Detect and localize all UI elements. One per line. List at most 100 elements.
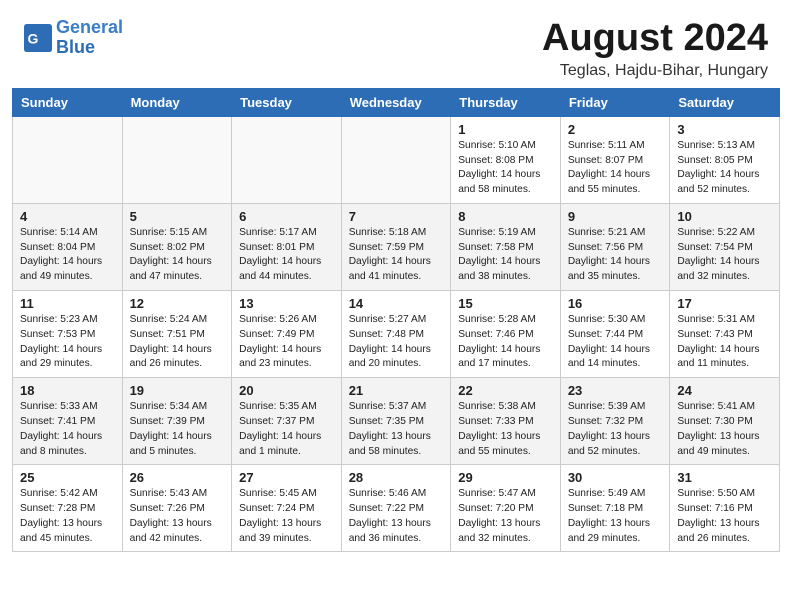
day-info: Sunrise: 5:27 AM Sunset: 7:48 PM Dayligh… [349,313,444,372]
calendar-title: August 2024 [542,18,768,60]
day-info: Sunrise: 5:18 AM Sunset: 7:59 PM Dayligh… [349,226,444,285]
calendar-cell: 5 Sunrise: 5:15 AM Sunset: 8:02 PM Daylig… [122,203,232,290]
calendar-cell: 7 Sunrise: 5:18 AM Sunset: 7:59 PM Daylig… [341,203,451,290]
calendar-cell: 4 Sunrise: 5:14 AM Sunset: 8:04 PM Daylig… [13,203,123,290]
day-info: Sunrise: 5:22 AM Sunset: 7:54 PM Dayligh… [677,226,772,285]
week-row-3: 11 Sunrise: 5:23 AM Sunset: 7:53 PM Dayli… [13,291,780,378]
day-info: Sunrise: 5:37 AM Sunset: 7:35 PM Dayligh… [349,400,444,459]
calendar-cell [13,116,123,203]
day-number: 20 [239,383,334,398]
day-number: 30 [568,470,663,485]
day-number: 6 [239,209,334,224]
day-info: Sunrise: 5:47 AM Sunset: 7:20 PM Dayligh… [458,487,553,546]
day-number: 7 [349,209,444,224]
day-number: 19 [130,383,225,398]
day-number: 27 [239,470,334,485]
weekday-header-saturday: Saturday [670,88,780,116]
calendar-table: SundayMondayTuesdayWednesdayThursdayFrid… [12,88,780,553]
calendar-cell: 30 Sunrise: 5:49 AM Sunset: 7:18 PM Dayli… [560,465,670,552]
weekday-header-tuesday: Tuesday [232,88,342,116]
calendar-cell: 25 Sunrise: 5:42 AM Sunset: 7:28 PM Dayli… [13,465,123,552]
day-info: Sunrise: 5:34 AM Sunset: 7:39 PM Dayligh… [130,400,225,459]
calendar-cell: 10 Sunrise: 5:22 AM Sunset: 7:54 PM Dayli… [670,203,780,290]
day-number: 18 [20,383,115,398]
calendar-cell: 21 Sunrise: 5:37 AM Sunset: 7:35 PM Dayli… [341,378,451,465]
day-number: 15 [458,296,553,311]
day-info: Sunrise: 5:15 AM Sunset: 8:02 PM Dayligh… [130,226,225,285]
day-number: 16 [568,296,663,311]
weekday-header-sunday: Sunday [13,88,123,116]
week-row-4: 18 Sunrise: 5:33 AM Sunset: 7:41 PM Dayli… [13,378,780,465]
day-info: Sunrise: 5:17 AM Sunset: 8:01 PM Dayligh… [239,226,334,285]
day-info: Sunrise: 5:14 AM Sunset: 8:04 PM Dayligh… [20,226,115,285]
calendar-cell: 28Sunrise: 5:46 AM Sunset: 7:22 PM Dayli… [341,465,451,552]
day-number: 23 [568,383,663,398]
day-info: Sunrise: 5:38 AM Sunset: 7:33 PM Dayligh… [458,400,553,459]
calendar-cell: 13 Sunrise: 5:26 AM Sunset: 7:49 PM Dayli… [232,291,342,378]
day-number: 3 [677,122,772,137]
calendar-cell [341,116,451,203]
title-block: August 2024 Teglas, Hajdu-Bihar, Hungary [542,18,768,80]
calendar-cell: 20Sunrise: 5:35 AM Sunset: 7:37 PM Dayli… [232,378,342,465]
calendar-cell: 27 Sunrise: 5:45 AM Sunset: 7:24 PM Dayli… [232,465,342,552]
day-info: Sunrise: 5:39 AM Sunset: 7:32 PM Dayligh… [568,400,663,459]
calendar-cell: 9 Sunrise: 5:21 AM Sunset: 7:56 PM Daylig… [560,203,670,290]
day-number: 11 [20,296,115,311]
calendar-cell: 17Sunrise: 5:31 AM Sunset: 7:43 PM Dayli… [670,291,780,378]
day-number: 13 [239,296,334,311]
logo-general: General [56,17,123,37]
calendar-cell: 11 Sunrise: 5:23 AM Sunset: 7:53 PM Dayli… [13,291,123,378]
day-info: Sunrise: 5:19 AM Sunset: 7:58 PM Dayligh… [458,226,553,285]
day-number: 4 [20,209,115,224]
calendar-cell: 29 Sunrise: 5:47 AM Sunset: 7:20 PM Dayli… [451,465,561,552]
calendar-cell: 24Sunrise: 5:41 AM Sunset: 7:30 PM Dayli… [670,378,780,465]
week-row-1: 1Sunrise: 5:10 AM Sunset: 8:08 PM Daylig… [13,116,780,203]
logo-blue: Blue [56,37,95,57]
day-number: 25 [20,470,115,485]
week-row-2: 4 Sunrise: 5:14 AM Sunset: 8:04 PM Daylig… [13,203,780,290]
calendar-cell: 1Sunrise: 5:10 AM Sunset: 8:08 PM Daylig… [451,116,561,203]
weekday-header-thursday: Thursday [451,88,561,116]
day-number: 2 [568,122,663,137]
calendar-cell: 19 Sunrise: 5:34 AM Sunset: 7:39 PM Dayli… [122,378,232,465]
calendar-body: 1Sunrise: 5:10 AM Sunset: 8:08 PM Daylig… [13,116,780,552]
calendar-cell: 6 Sunrise: 5:17 AM Sunset: 8:01 PM Daylig… [232,203,342,290]
day-number: 12 [130,296,225,311]
calendar-cell: 15 Sunrise: 5:28 AM Sunset: 7:46 PM Dayli… [451,291,561,378]
day-number: 14 [349,296,444,311]
day-number: 8 [458,209,553,224]
day-info: Sunrise: 5:45 AM Sunset: 7:24 PM Dayligh… [239,487,334,546]
day-number: 17 [677,296,772,311]
day-info: Sunrise: 5:46 AM Sunset: 7:22 PM Dayligh… [349,487,444,546]
page-header: G General Blue August 2024 Teglas, Hajdu… [0,0,792,88]
calendar-cell: 2Sunrise: 5:11 AM Sunset: 8:07 PM Daylig… [560,116,670,203]
day-info: Sunrise: 5:30 AM Sunset: 7:44 PM Dayligh… [568,313,663,372]
day-number: 5 [130,209,225,224]
day-number: 29 [458,470,553,485]
day-number: 21 [349,383,444,398]
day-number: 9 [568,209,663,224]
svg-text:G: G [28,30,39,46]
day-info: Sunrise: 5:23 AM Sunset: 7:53 PM Dayligh… [20,313,115,372]
day-info: Sunrise: 5:21 AM Sunset: 7:56 PM Dayligh… [568,226,663,285]
day-info: Sunrise: 5:49 AM Sunset: 7:18 PM Dayligh… [568,487,663,546]
calendar-cell: 22 Sunrise: 5:38 AM Sunset: 7:33 PM Dayli… [451,378,561,465]
day-number: 31 [677,470,772,485]
day-number: 22 [458,383,553,398]
calendar-wrap: SundayMondayTuesdayWednesdayThursdayFrid… [0,88,792,565]
calendar-cell: 31Sunrise: 5:50 AM Sunset: 7:16 PM Dayli… [670,465,780,552]
day-info: Sunrise: 5:26 AM Sunset: 7:49 PM Dayligh… [239,313,334,372]
calendar-cell: 12Sunrise: 5:24 AM Sunset: 7:51 PM Dayli… [122,291,232,378]
calendar-cell: 16 Sunrise: 5:30 AM Sunset: 7:44 PM Dayli… [560,291,670,378]
weekday-header-friday: Friday [560,88,670,116]
weekday-header-wednesday: Wednesday [341,88,451,116]
day-info: Sunrise: 5:33 AM Sunset: 7:41 PM Dayligh… [20,400,115,459]
day-info: Sunrise: 5:28 AM Sunset: 7:46 PM Dayligh… [458,313,553,372]
calendar-cell: 26Sunrise: 5:43 AM Sunset: 7:26 PM Dayli… [122,465,232,552]
weekday-header-row: SundayMondayTuesdayWednesdayThursdayFrid… [13,88,780,116]
day-number: 10 [677,209,772,224]
logo: G General Blue [24,18,123,58]
calendar-cell: 14 Sunrise: 5:27 AM Sunset: 7:48 PM Dayli… [341,291,451,378]
calendar-cell: 18 Sunrise: 5:33 AM Sunset: 7:41 PM Dayli… [13,378,123,465]
day-info: Sunrise: 5:42 AM Sunset: 7:28 PM Dayligh… [20,487,115,546]
